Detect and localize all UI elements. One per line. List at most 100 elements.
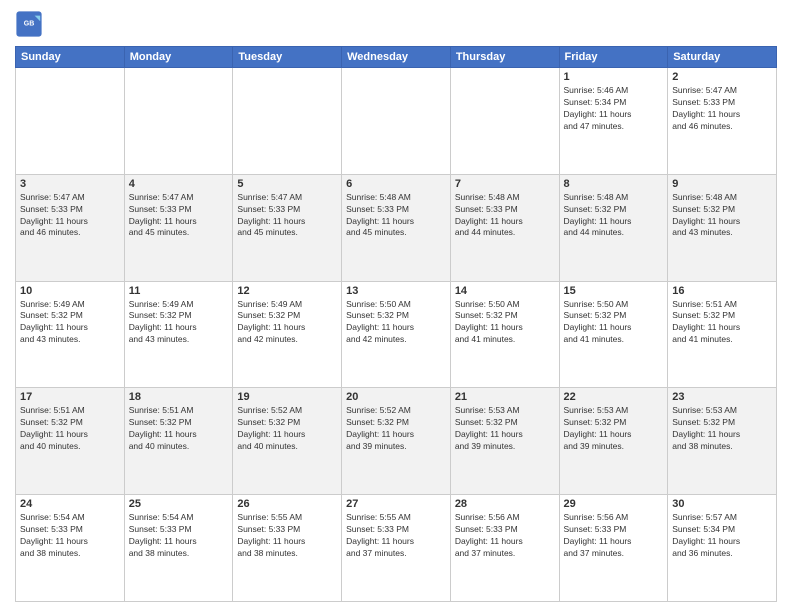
calendar-week-row: 17 Sunrise: 5:51 AM Sunset: 5:32 PM Dayli… [16,388,777,495]
day-number: 14 [455,285,555,297]
day-number: 23 [672,391,772,403]
calendar-table: SundayMondayTuesdayWednesdayThursdayFrid… [15,46,777,602]
day-info: Sunrise: 5:47 AM Sunset: 5:33 PM Dayligh… [672,85,772,133]
calendar-cell: 9 Sunrise: 5:48 AM Sunset: 5:32 PM Daylig… [668,174,777,281]
day-number: 19 [237,391,337,403]
calendar-col-header: Saturday [668,47,777,68]
calendar-cell: 14 Sunrise: 5:50 AM Sunset: 5:32 PM Dayli… [450,281,559,388]
day-info: Sunrise: 5:51 AM Sunset: 5:32 PM Dayligh… [672,299,772,347]
calendar-cell: 10 Sunrise: 5:49 AM Sunset: 5:32 PM Dayli… [16,281,125,388]
day-number: 7 [455,178,555,190]
calendar-col-header: Wednesday [342,47,451,68]
day-number: 11 [129,285,229,297]
calendar-col-header: Sunday [16,47,125,68]
day-info: Sunrise: 5:55 AM Sunset: 5:33 PM Dayligh… [237,512,337,560]
calendar-week-row: 10 Sunrise: 5:49 AM Sunset: 5:32 PM Dayli… [16,281,777,388]
calendar-col-header: Tuesday [233,47,342,68]
day-info: Sunrise: 5:52 AM Sunset: 5:32 PM Dayligh… [237,405,337,453]
calendar-cell: 7 Sunrise: 5:48 AM Sunset: 5:33 PM Daylig… [450,174,559,281]
calendar-cell: 19 Sunrise: 5:52 AM Sunset: 5:32 PM Dayli… [233,388,342,495]
calendar-cell: 29Sunrise: 5:56 AM Sunset: 5:33 PM Dayli… [559,495,668,602]
day-number: 2 [672,71,772,83]
calendar-cell: 1 Sunrise: 5:46 AM Sunset: 5:34 PM Daylig… [559,68,668,175]
day-number: 26 [237,498,337,510]
calendar-week-row: 1 Sunrise: 5:46 AM Sunset: 5:34 PM Daylig… [16,68,777,175]
day-number: 18 [129,391,229,403]
day-number: 13 [346,285,446,297]
day-number: 24 [20,498,120,510]
day-number: 16 [672,285,772,297]
day-info: Sunrise: 5:56 AM Sunset: 5:33 PM Dayligh… [455,512,555,560]
calendar-cell: 8 Sunrise: 5:48 AM Sunset: 5:32 PM Daylig… [559,174,668,281]
day-number: 20 [346,391,446,403]
day-info: Sunrise: 5:57 AM Sunset: 5:34 PM Dayligh… [672,512,772,560]
day-info: Sunrise: 5:47 AM Sunset: 5:33 PM Dayligh… [129,192,229,240]
calendar-cell: 25Sunrise: 5:54 AM Sunset: 5:33 PM Dayli… [124,495,233,602]
calendar-cell: 15Sunrise: 5:50 AM Sunset: 5:32 PM Dayli… [559,281,668,388]
calendar-cell: 5 Sunrise: 5:47 AM Sunset: 5:33 PM Daylig… [233,174,342,281]
calendar-col-header: Monday [124,47,233,68]
calendar-col-header: Thursday [450,47,559,68]
day-info: Sunrise: 5:50 AM Sunset: 5:32 PM Dayligh… [455,299,555,347]
calendar-cell: 24 Sunrise: 5:54 AM Sunset: 5:33 PM Dayli… [16,495,125,602]
day-info: Sunrise: 5:48 AM Sunset: 5:32 PM Dayligh… [564,192,664,240]
calendar-cell: 28 Sunrise: 5:56 AM Sunset: 5:33 PM Dayli… [450,495,559,602]
day-number: 29 [564,498,664,510]
calendar-cell: 16 Sunrise: 5:51 AM Sunset: 5:32 PM Dayli… [668,281,777,388]
calendar-cell: 6 Sunrise: 5:48 AM Sunset: 5:33 PM Daylig… [342,174,451,281]
logo: GB [15,10,47,38]
day-info: Sunrise: 5:54 AM Sunset: 5:33 PM Dayligh… [129,512,229,560]
day-number: 4 [129,178,229,190]
day-info: Sunrise: 5:50 AM Sunset: 5:32 PM Dayligh… [346,299,446,347]
day-number: 8 [564,178,664,190]
calendar-cell: 22Sunrise: 5:53 AM Sunset: 5:32 PM Dayli… [559,388,668,495]
day-number: 10 [20,285,120,297]
day-info: Sunrise: 5:47 AM Sunset: 5:33 PM Dayligh… [20,192,120,240]
day-number: 28 [455,498,555,510]
calendar-cell: 12Sunrise: 5:49 AM Sunset: 5:32 PM Dayli… [233,281,342,388]
day-number: 5 [237,178,337,190]
calendar-cell: 4 Sunrise: 5:47 AM Sunset: 5:33 PM Daylig… [124,174,233,281]
calendar-cell: 26 Sunrise: 5:55 AM Sunset: 5:33 PM Dayli… [233,495,342,602]
day-info: Sunrise: 5:46 AM Sunset: 5:34 PM Dayligh… [564,85,664,133]
calendar-cell: 17Sunrise: 5:51 AM Sunset: 5:32 PM Dayli… [16,388,125,495]
day-number: 3 [20,178,120,190]
calendar-cell [124,68,233,175]
day-info: Sunrise: 5:51 AM Sunset: 5:32 PM Dayligh… [129,405,229,453]
day-number: 17 [20,391,120,403]
day-info: Sunrise: 5:52 AM Sunset: 5:32 PM Dayligh… [346,405,446,453]
calendar-cell: 27 Sunrise: 5:55 AM Sunset: 5:33 PM Dayli… [342,495,451,602]
day-info: Sunrise: 5:53 AM Sunset: 5:32 PM Dayligh… [672,405,772,453]
svg-text:GB: GB [24,20,35,27]
day-info: Sunrise: 5:48 AM Sunset: 5:32 PM Dayligh… [672,192,772,240]
day-number: 9 [672,178,772,190]
calendar-cell: 18 Sunrise: 5:51 AM Sunset: 5:32 PM Dayli… [124,388,233,495]
day-info: Sunrise: 5:53 AM Sunset: 5:32 PM Dayligh… [455,405,555,453]
calendar-cell [233,68,342,175]
calendar-cell: 21Sunrise: 5:53 AM Sunset: 5:32 PM Dayli… [450,388,559,495]
day-info: Sunrise: 5:48 AM Sunset: 5:33 PM Dayligh… [455,192,555,240]
header: GB [15,10,777,38]
day-info: Sunrise: 5:47 AM Sunset: 5:33 PM Dayligh… [237,192,337,240]
day-number: 1 [564,71,664,83]
day-number: 30 [672,498,772,510]
day-info: Sunrise: 5:49 AM Sunset: 5:32 PM Dayligh… [129,299,229,347]
day-number: 27 [346,498,446,510]
calendar-week-row: 24 Sunrise: 5:54 AM Sunset: 5:33 PM Dayli… [16,495,777,602]
calendar-cell [342,68,451,175]
day-number: 12 [237,285,337,297]
calendar-cell: 3 Sunrise: 5:47 AM Sunset: 5:33 PM Daylig… [16,174,125,281]
page: GB SundayMondayTuesdayWednesdayThursdayF… [0,0,792,612]
calendar-cell: 2 Sunrise: 5:47 AM Sunset: 5:33 PM Daylig… [668,68,777,175]
day-info: Sunrise: 5:55 AM Sunset: 5:33 PM Dayligh… [346,512,446,560]
calendar-cell: 23 Sunrise: 5:53 AM Sunset: 5:32 PM Dayli… [668,388,777,495]
day-info: Sunrise: 5:53 AM Sunset: 5:32 PM Dayligh… [564,405,664,453]
day-info: Sunrise: 5:48 AM Sunset: 5:33 PM Dayligh… [346,192,446,240]
day-number: 6 [346,178,446,190]
logo-icon: GB [15,10,43,38]
day-info: Sunrise: 5:54 AM Sunset: 5:33 PM Dayligh… [20,512,120,560]
calendar-cell: 20 Sunrise: 5:52 AM Sunset: 5:32 PM Dayli… [342,388,451,495]
calendar-cell [450,68,559,175]
day-info: Sunrise: 5:50 AM Sunset: 5:32 PM Dayligh… [564,299,664,347]
day-info: Sunrise: 5:49 AM Sunset: 5:32 PM Dayligh… [20,299,120,347]
